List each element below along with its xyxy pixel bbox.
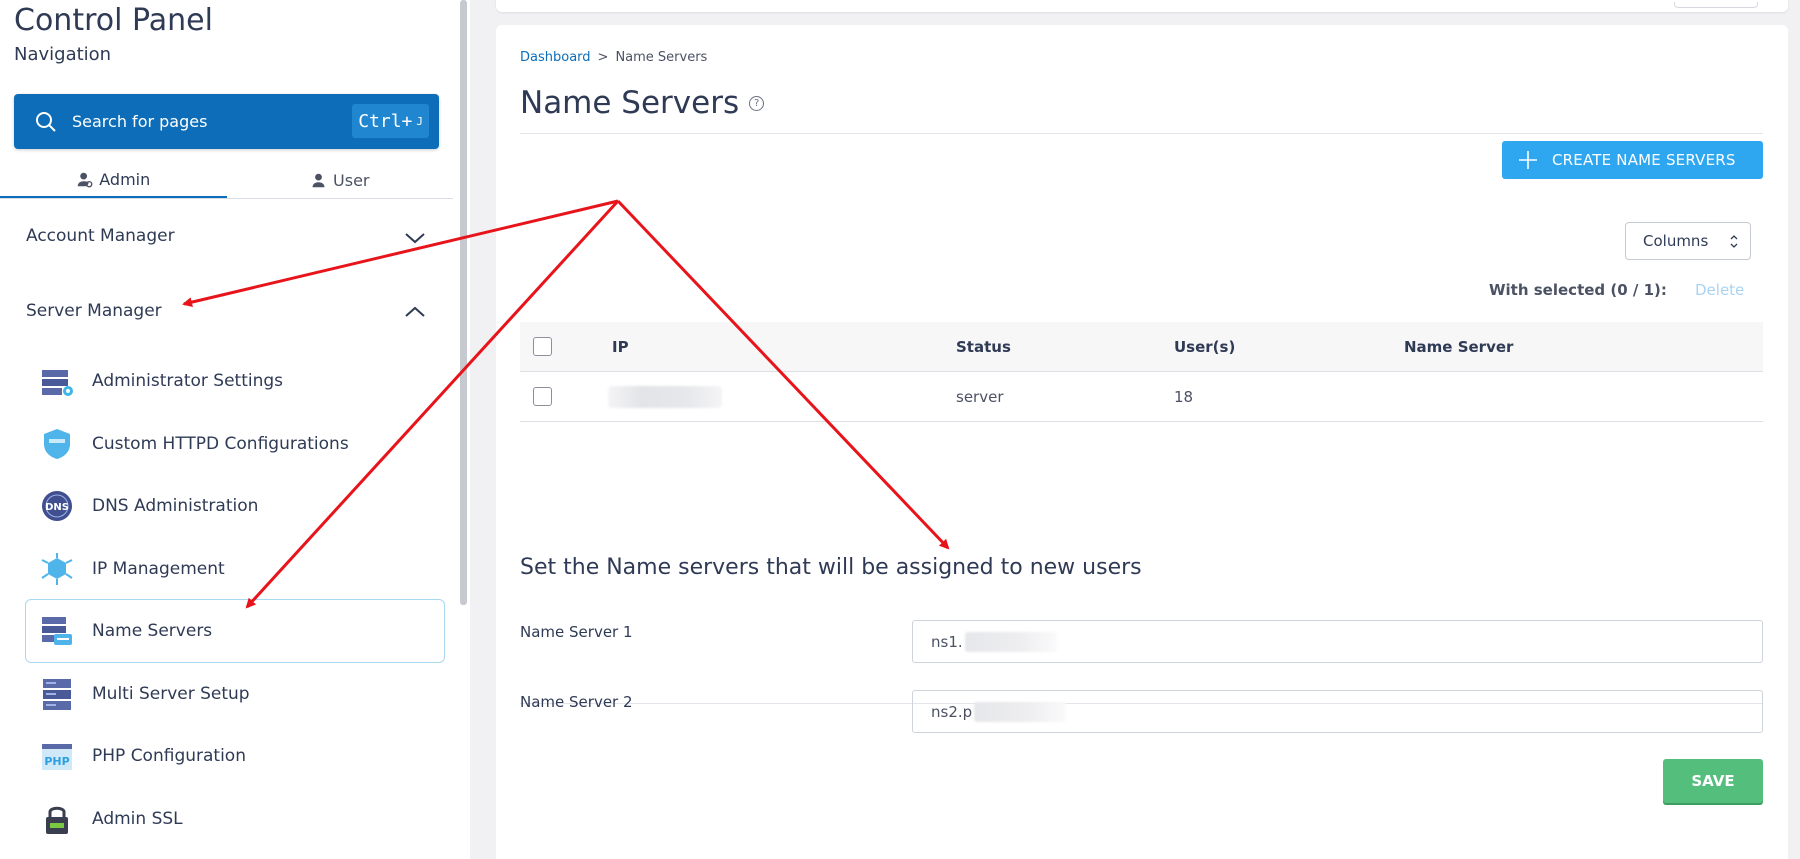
sidebar: Control Panel Navigation Search for page… [0,0,470,859]
sidebar-item-label: Admin SSL [92,809,183,829]
header-name-server[interactable]: Name Server [1404,338,1513,356]
main-content: Dashboard > Name Servers Name Servers ? … [496,25,1788,859]
create-name-servers-button[interactable]: CREATE NAME SERVERS [1502,141,1763,179]
section-title: Set the Name servers that will be assign… [520,555,1142,580]
breadcrumb-current: Name Servers [615,50,708,65]
table-header: IP Status User(s) Name Server [520,322,1763,372]
ns2-label: Name Server 2 [520,693,633,711]
header-ip[interactable]: IP [612,338,629,356]
header-users[interactable]: User(s) [1174,338,1235,356]
sidebar-item-custom-httpd[interactable]: Custom HTTPD Configurations [25,412,445,476]
search-shortcut: Ctrl+ J [352,104,429,138]
breadcrumb-separator: > [597,50,609,65]
ns1-value: ns1. [931,632,963,651]
sidebar-item-label: DNS Administration [92,496,259,516]
sidebar-item-label: IP Management [92,559,225,579]
name-servers-icon [42,617,72,645]
top-bar-button[interactable] [1674,2,1758,8]
table-row: server 18 [520,372,1763,422]
sidebar-item-administrator-settings[interactable]: Administrator Settings [25,349,445,413]
search-label: Search for pages [72,112,208,131]
ssl-lock-icon [46,806,68,834]
delete-selected-link[interactable]: Delete [1695,281,1744,299]
columns-select[interactable]: Columns [1625,222,1751,260]
tab-user[interactable]: User [227,162,454,198]
tab-admin[interactable]: Admin [0,162,227,198]
sidebar-item-admin-ssl[interactable]: Admin SSL [25,787,445,851]
admin-user-icon [77,172,93,187]
row-status: server [956,387,1004,406]
multi-server-icon [43,679,71,710]
row-users: 18 [1174,387,1194,406]
name-servers-table: IP Status User(s) Name Server server 18 [520,322,1763,422]
sidebar-item-label: Multi Server Setup [92,684,250,704]
sidebar-item-label: PHP Configuration [92,746,246,766]
sidebar-item-ip-management[interactable]: IP Management [25,537,445,601]
updown-arrow-icon [1730,235,1738,248]
httpd-shield-icon [44,429,70,459]
svg-text:PHP: PHP [44,755,69,768]
page-title: Name Servers ? [520,85,765,121]
title-divider [520,133,1763,134]
dns-globe-icon: DNS [42,491,72,521]
help-icon[interactable]: ? [749,95,765,111]
row-checkbox[interactable] [533,387,552,406]
sidebar-item-label: Administrator Settings [92,371,284,391]
breadcrumb: Dashboard > Name Servers [520,50,707,65]
ns1-label: Name Server 1 [520,623,633,641]
search-icon [36,111,56,132]
sidebar-item-multi-server-setup[interactable]: Multi Server Setup [25,662,445,726]
sidebar-scrollbar[interactable] [460,0,467,605]
group-server-manager[interactable]: Server Manager [26,301,162,321]
svg-text:DNS: DNS [45,502,69,513]
tab-admin-label: Admin [99,169,151,189]
redacted-ip [608,385,722,408]
sidebar-title: Control Panel [14,3,213,38]
top-bar [496,0,1788,12]
select-all-checkbox[interactable] [533,337,552,356]
shortcut-key: J [416,114,423,128]
user-icon [312,173,325,187]
ns1-field[interactable]: ns1. [912,620,1763,663]
ns2-value: ns2.p [931,702,973,721]
redacted-value [974,701,1067,722]
group-account-manager[interactable]: Account Manager [26,226,175,246]
admin-settings-icon [42,370,73,396]
shortcut-modifier: Ctrl+ [358,110,413,132]
sidebar-item-label: Custom HTTPD Configurations [92,434,349,454]
chevron-up-icon[interactable] [404,304,426,320]
save-button[interactable]: SAVE [1663,759,1763,803]
breadcrumb-dashboard-link[interactable]: Dashboard [520,50,591,65]
chevron-down-icon[interactable] [404,230,426,246]
page-title-text: Name Servers [520,85,740,121]
tab-user-label: User [333,170,370,190]
columns-label: Columns [1643,232,1709,250]
header-status[interactable]: Status [956,338,1011,356]
sidebar-item-dns-administration[interactable]: DNS DNS Administration [25,474,445,538]
with-selected-label: With selected (0 / 1): [1489,281,1667,299]
plus-icon [1519,151,1537,169]
role-tabs: Admin User [0,162,453,199]
php-icon: PHP [42,744,72,770]
ns2-field[interactable]: ns2.p [912,690,1763,733]
sidebar-item-php-configuration[interactable]: PHP PHP Configuration [25,724,445,788]
search-pages-button[interactable]: Search for pages Ctrl+ J [14,94,439,149]
sidebar-subtitle: Navigation [14,44,112,65]
sidebar-item-label: Name Servers [92,621,213,641]
redacted-value [964,631,1057,652]
create-name-servers-label: CREATE NAME SERVERS [1552,151,1736,169]
sidebar-item-name-servers[interactable]: Name Servers [25,599,445,663]
ip-network-icon [41,553,73,585]
